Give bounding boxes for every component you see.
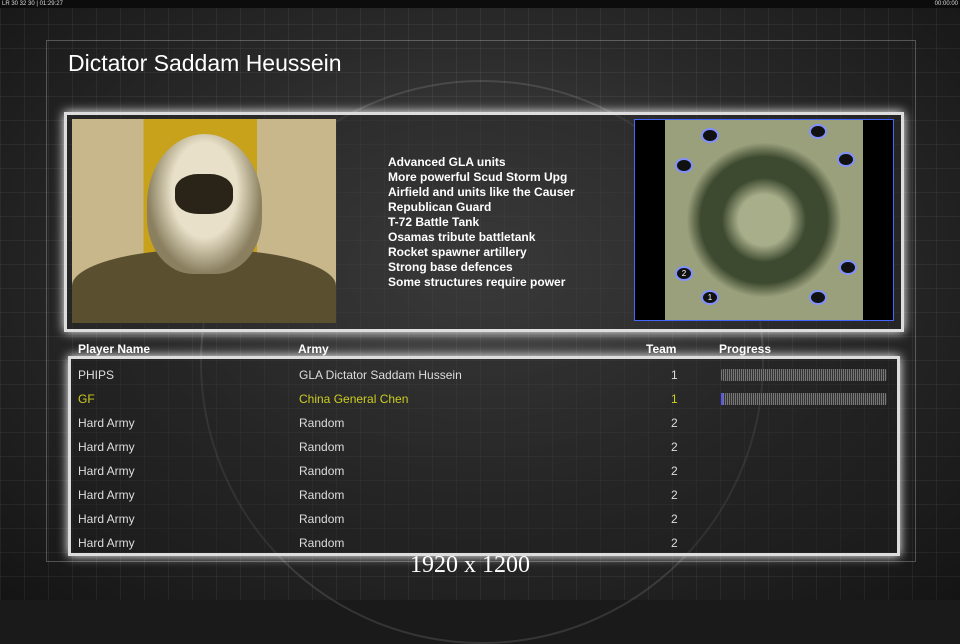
- player-team: 2: [671, 440, 678, 454]
- header-team: Team: [646, 342, 677, 356]
- feature-item: Advanced GLA units: [388, 155, 506, 169]
- page-title: Dictator Saddam Heussein: [68, 50, 342, 76]
- player-name: Hard Army: [78, 512, 135, 526]
- feature-item: Airfield and units like the Causer: [388, 185, 575, 199]
- player-row[interactable]: Hard Army Random 2: [71, 459, 897, 483]
- player-army: Random: [299, 512, 345, 526]
- player-army: Random: [299, 416, 345, 430]
- player-row[interactable]: GF China General Chen 1: [71, 387, 897, 411]
- progress-bar: [721, 393, 887, 405]
- feature-item: Strong base defences: [388, 260, 513, 274]
- feature-item: T-72 Battle Tank: [388, 215, 480, 229]
- player-team: 1: [671, 368, 678, 382]
- start-position-2[interactable]: 2: [675, 266, 693, 281]
- player-name: PHIPS: [78, 368, 115, 382]
- feature-item: Rocket spawner artillery: [388, 245, 527, 259]
- progress-fill: [721, 393, 723, 405]
- player-army: Random: [299, 440, 345, 454]
- feature-item: More powerful Scud Storm Upg: [388, 170, 568, 184]
- player-list: PHIPS GLA Dictator Saddam Hussein 1 GF China…: [68, 356, 900, 556]
- player-team: 2: [671, 536, 678, 550]
- player-name: Hard Army: [78, 440, 135, 454]
- player-name: Hard Army: [78, 536, 135, 550]
- clock: 00:00:00: [934, 1, 958, 7]
- player-row[interactable]: Hard Army Random 2: [71, 435, 897, 459]
- feature-list: Advanced GLA units More powerful Scud Sto…: [388, 155, 575, 290]
- player-team: 2: [671, 512, 678, 526]
- player-row[interactable]: Hard Army Random 2: [71, 411, 897, 435]
- header-army: Army: [298, 342, 329, 356]
- feature-item: Republican Guard: [388, 200, 492, 214]
- player-army: Random: [299, 536, 345, 550]
- progress-bar: [721, 369, 887, 381]
- player-team: 1: [671, 392, 678, 406]
- general-info-panel: Advanced GLA units More powerful Scud Sto…: [64, 112, 904, 332]
- player-row[interactable]: Hard Army Random 2: [71, 483, 897, 507]
- resolution-label: 1920 x 1200: [410, 552, 530, 578]
- player-name: GF: [78, 392, 95, 406]
- player-name: Hard Army: [78, 416, 135, 430]
- player-name: Hard Army: [78, 464, 135, 478]
- player-army: Random: [299, 464, 345, 478]
- player-army: Random: [299, 488, 345, 502]
- header-progress: Progress: [719, 342, 772, 356]
- feature-item: Osamas tribute battletank: [388, 230, 536, 244]
- general-portrait: [72, 119, 336, 323]
- player-army: GLA Dictator Saddam Hussein: [299, 368, 462, 382]
- player-row[interactable]: Hard Army Random 2: [71, 507, 897, 531]
- feature-item: Some structures require power: [388, 275, 566, 289]
- player-row[interactable]: PHIPS GLA Dictator Saddam Hussein 1: [71, 363, 897, 387]
- start-position-1[interactable]: 1: [701, 290, 719, 305]
- status-left: LR 30 32 30 | 01:29:27: [2, 1, 63, 7]
- player-team: 2: [671, 416, 678, 430]
- player-team: 2: [671, 464, 678, 478]
- header-player-name: Player Name: [78, 342, 151, 356]
- player-team: 2: [671, 488, 678, 502]
- player-army: China General Chen: [299, 392, 409, 406]
- player-name: Hard Army: [78, 488, 135, 502]
- status-bar: LR 30 32 30 | 01:29:27 00:00:00: [0, 0, 960, 8]
- minimap: 2 1: [634, 119, 894, 321]
